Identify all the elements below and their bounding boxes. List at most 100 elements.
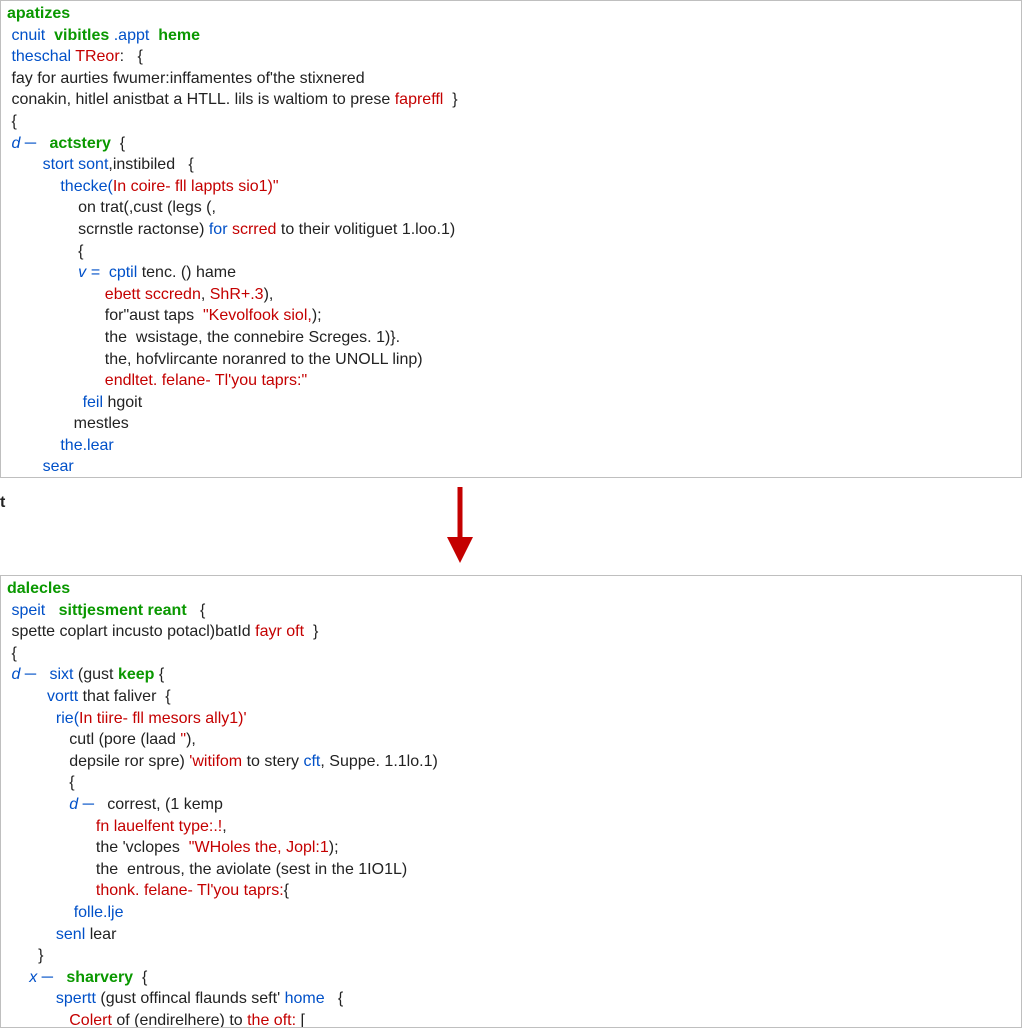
code-token — [7, 286, 105, 303]
code-token: } — [443, 91, 457, 108]
code-token — [7, 926, 56, 943]
code-token: d ─ — [69, 796, 94, 813]
code-token: on trat(,cust (legs (, — [7, 199, 216, 216]
code-line: depsile ror spre) 'witifom to stery cft,… — [7, 753, 438, 770]
code-token: { — [133, 969, 147, 986]
code-line: the entrous, the aviolate (sest in the 1… — [7, 861, 407, 878]
code-line: { — [7, 645, 17, 662]
code-token: { — [187, 602, 206, 619]
code-line: { — [7, 243, 83, 260]
code-token: Tl'you taprs:" — [215, 372, 307, 389]
code-token: ), — [264, 286, 274, 303]
code-line: the, hofvlircante noranred to the UNOLL … — [7, 351, 423, 368]
code-line: spertt (gust offincal flaunds seft' home… — [7, 990, 343, 1007]
code-token — [7, 990, 56, 1007]
code-token: { — [325, 990, 344, 1007]
code-token: spette coplart incusto potacl)batId — [7, 623, 255, 640]
code-token: cptil — [109, 264, 137, 281]
code-line: { — [7, 774, 75, 791]
code-token: ebett sccredn — [105, 286, 201, 303]
code-token: feil — [83, 394, 103, 411]
code-panel-before: apatizes cnuit vibitles .appt heme thesc… — [0, 0, 1022, 478]
code-token — [7, 156, 43, 173]
code-token: d ─ — [7, 666, 36, 683]
code-token: thecke( — [60, 178, 112, 195]
code-token: [ — [296, 1012, 305, 1028]
code-token: } — [7, 947, 43, 964]
code-token: sharvery — [66, 969, 133, 986]
code-token: x ─ — [29, 969, 53, 986]
code-token: conakin, hitlel anistbat a HTLL. lils is… — [7, 91, 395, 108]
code-token — [53, 969, 66, 986]
code-line: for"aust taps "Kevolfook siol,); — [7, 307, 322, 324]
code-token — [7, 710, 56, 727]
code-token — [100, 264, 109, 281]
code-token: )" — [268, 178, 279, 195]
code-line: stort sont,instibiled { — [7, 156, 194, 173]
transform-arrow-icon — [440, 485, 480, 565]
code-line: { — [7, 113, 17, 130]
code-token: stort — [43, 156, 74, 173]
code-token: In tiire- fll mesors ally1 — [79, 710, 238, 727]
code-token — [7, 969, 29, 986]
code-line: x ─ sharvery { — [7, 969, 147, 986]
code-token: "WHoles the, Jopl:1 — [189, 839, 329, 856]
code-token: : { — [120, 48, 143, 65]
code-line: endltet. felane- Tl'you taprs:" — [7, 372, 307, 389]
code-token: to stery — [242, 753, 303, 770]
code-token — [7, 818, 96, 835]
code-token — [7, 688, 47, 705]
code-token: .appt — [114, 27, 150, 44]
code-token: correst, (1 kemp — [94, 796, 223, 813]
code-line: thonk. felane- Tl'you taprs:{ — [7, 882, 289, 899]
code-line: cutl (pore (laad "), — [7, 731, 196, 748]
code-line: d ─ sixt (gust keep { — [7, 666, 164, 683]
code-token: TReor — [75, 48, 119, 65]
code-token: 'witifom — [189, 753, 242, 770]
code-token: hgoit — [103, 394, 142, 411]
code-line: ebett sccredn, ShR+.3), — [7, 286, 273, 303]
code-line: Colert of (endirelhere) to the oft: [ — [7, 1012, 305, 1028]
code-line: sear — [7, 458, 74, 475]
code-token: folle.lje — [74, 904, 124, 921]
code-line: apatizes — [7, 5, 70, 22]
code-token — [7, 458, 43, 475]
code-token: { — [7, 243, 83, 260]
code-token: { — [284, 882, 289, 899]
code-token: speit — [11, 602, 45, 619]
code-token: the.lear — [60, 437, 113, 454]
code-token: sittjesment — [59, 602, 143, 619]
code-token: dalecles — [7, 580, 70, 597]
code-token: senl — [56, 926, 85, 943]
code-line: the.lear — [7, 437, 114, 454]
code-token: In coire- fll lappts sio1 — [113, 178, 268, 195]
code-token: the oft: — [247, 1012, 296, 1028]
code-line: conakin, hitlel anistbat a HTLL. lils is… — [7, 91, 458, 108]
code-line: } — [7, 947, 43, 964]
code-line: cnuit vibitles .appt heme — [7, 27, 200, 44]
code-token: v = — [78, 264, 100, 281]
code-token: spertt — [56, 990, 96, 1007]
code-token: , — [222, 818, 226, 835]
code-token: (gust — [73, 666, 117, 683]
code-token: actstery — [49, 135, 110, 152]
code-line: fay for aurties fwumer:inffamentes of'th… — [7, 70, 365, 87]
code-token: theschal — [11, 48, 71, 65]
stray-glyph: t — [0, 492, 5, 514]
code-token: the wsistage, the connebire Screges. 1)}… — [7, 329, 400, 346]
code-line: thecke(In coire- fll lappts sio1)" — [7, 178, 279, 195]
code-token — [36, 666, 49, 683]
code-token: to their volitiguet 1.loo.1) — [276, 221, 455, 238]
code-panel-after: dalecles speit sittjesment reant { spett… — [0, 575, 1022, 1028]
code-token: vortt — [47, 688, 78, 705]
code-token: fapreffl — [395, 91, 444, 108]
code-token: , Suppe. 1.1lo.1) — [320, 753, 437, 770]
code-token — [45, 27, 54, 44]
code-line: dalecles — [7, 580, 70, 597]
code-token — [7, 904, 74, 921]
code-token: tenc. () hame — [137, 264, 236, 281]
code-line: speit sittjesment reant { — [7, 602, 205, 619]
code-token: { — [7, 113, 17, 130]
code-token: ShR+.3 — [210, 286, 264, 303]
code-token — [7, 264, 78, 281]
